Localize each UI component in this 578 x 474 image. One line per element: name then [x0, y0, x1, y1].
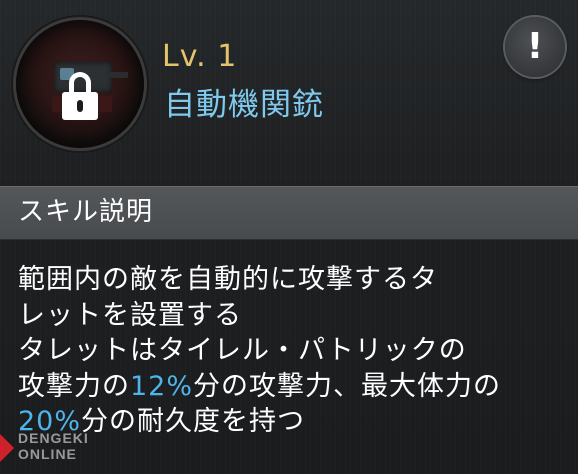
section-title: スキル説明 [18, 197, 154, 227]
skill-icon[interactable] [16, 20, 144, 148]
turret-barrel [106, 72, 128, 78]
skill-name: 自動機関銃 [164, 87, 324, 123]
description-line: 範囲内の敵を自動的に攻撃するタ [18, 264, 438, 295]
alert-button[interactable]: ! [505, 17, 565, 77]
watermark-text-top: DENGEKI [18, 430, 89, 446]
skill-description: 範囲内の敵を自動的に攻撃するタ レットを設置する タレットはタイレル・パトリック… [18, 262, 566, 440]
description-line: 攻撃力の12%分の攻撃力、最大体力の [18, 369, 566, 405]
skill-level: Lv. 1 [162, 39, 238, 74]
watermark-logo: DENGEKI ONLINE [0, 426, 130, 474]
skill-tooltip-panel: Lv. 1 自動機関銃 ! スキル説明 範囲内の敵を自動的に攻撃するタ レットを… [0, 0, 578, 474]
watermark-mark-icon [0, 434, 14, 462]
description-line: レットを設置する [18, 299, 242, 331]
section-header: スキル説明 [0, 186, 578, 240]
description-line: タレットはタイレル・パトリックの [18, 335, 467, 366]
watermark-text-bottom: ONLINE [18, 446, 77, 462]
attack-percent-value: 12% [130, 370, 194, 402]
description-text: 攻撃力の [18, 370, 130, 402]
lock-icon [62, 72, 98, 120]
description-text: 分の攻撃力、最大体力の [193, 370, 502, 402]
